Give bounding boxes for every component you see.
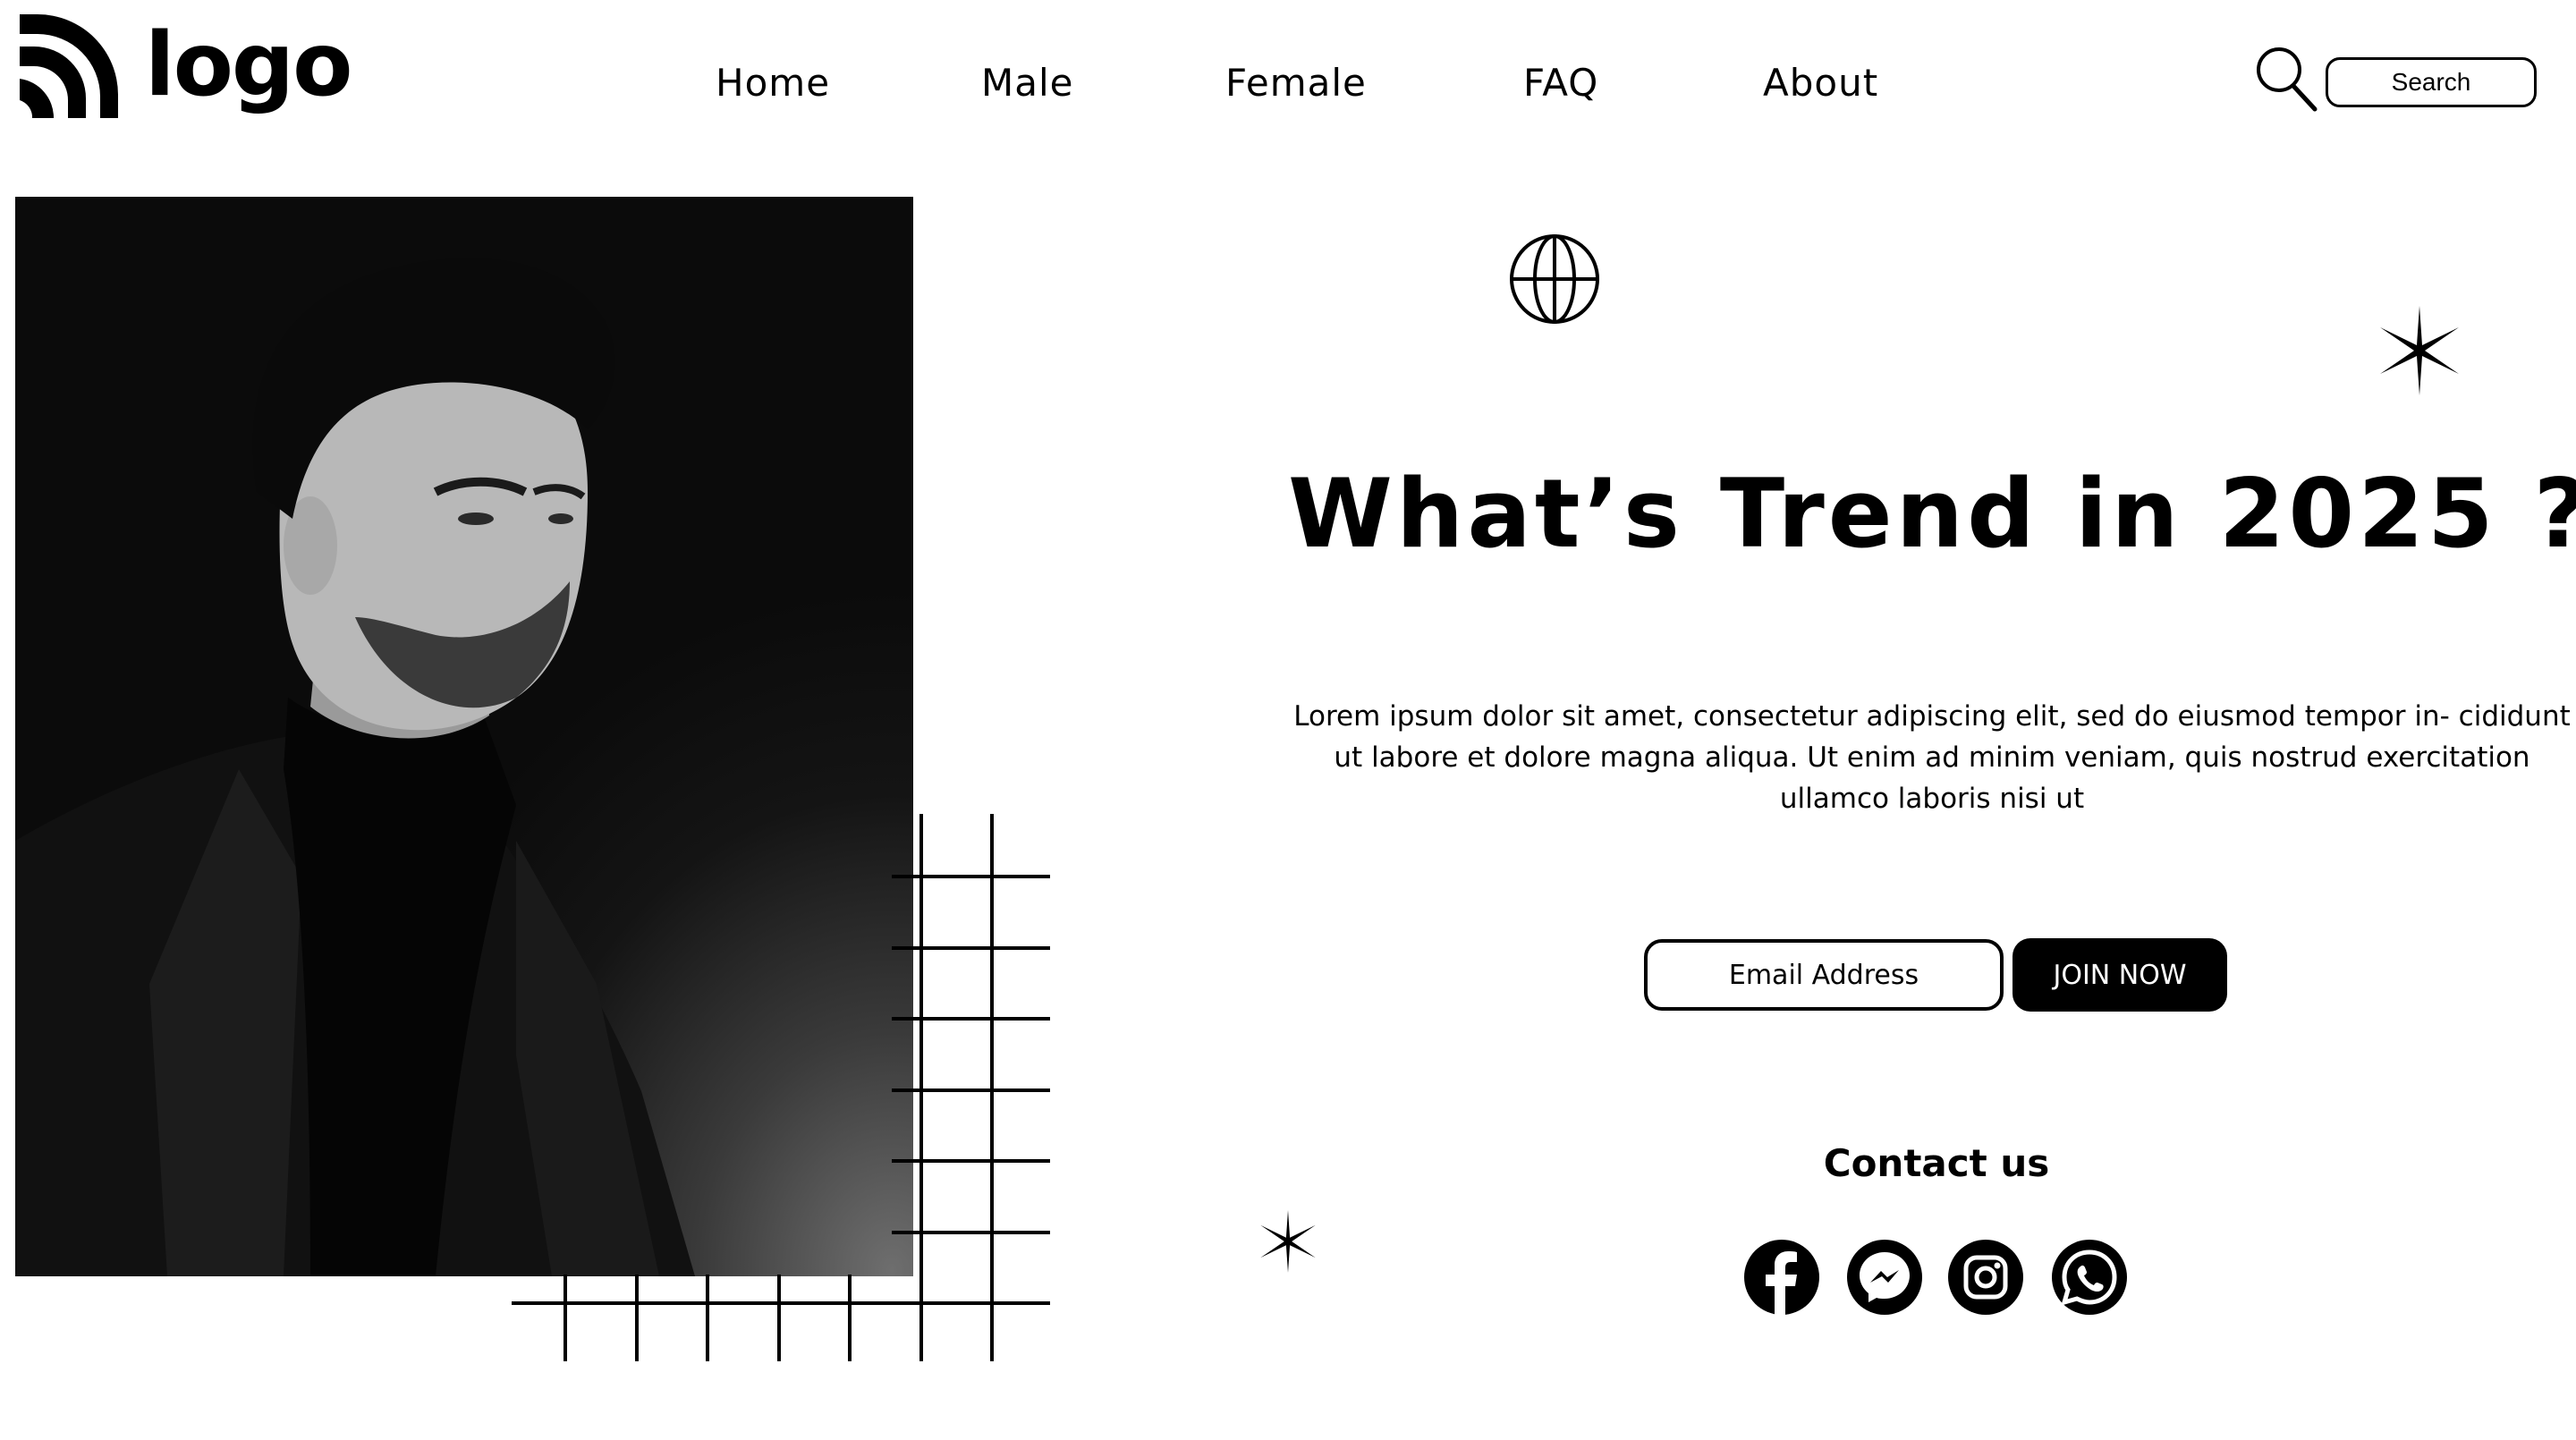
- nav-male[interactable]: Male: [981, 52, 1073, 114]
- sparkle-icon: [1260, 1210, 1316, 1273]
- instagram-icon[interactable]: [1946, 1238, 2025, 1317]
- email-field[interactable]: [1644, 939, 2004, 1011]
- hero-headline: What’s Trend in 2025 ?: [1288, 459, 2576, 569]
- contact-title: Contact us: [1823, 1141, 2050, 1185]
- search-icon[interactable]: [2254, 45, 2318, 113]
- nav-home[interactable]: Home: [716, 52, 830, 114]
- globe-icon: [1510, 234, 1599, 324]
- logo-icon[interactable]: [14, 14, 118, 118]
- join-now-button[interactable]: JOIN NOW: [2012, 938, 2227, 1012]
- nav-about[interactable]: About: [1763, 52, 1878, 114]
- hero-description: Lorem ipsum dolor sit amet, consectetur …: [1293, 700, 2571, 815]
- nav-faq[interactable]: FAQ: [1523, 52, 1598, 114]
- logo-text[interactable]: logo: [145, 7, 352, 123]
- facebook-icon[interactable]: [1742, 1238, 1821, 1317]
- nav-female[interactable]: Female: [1225, 52, 1367, 114]
- search-input[interactable]: [2326, 57, 2537, 107]
- messenger-icon[interactable]: [1845, 1238, 1924, 1317]
- sparkle-icon: [2380, 306, 2459, 395]
- whatsapp-icon[interactable]: [2050, 1238, 2129, 1317]
- grid-decoration: [512, 814, 1050, 1361]
